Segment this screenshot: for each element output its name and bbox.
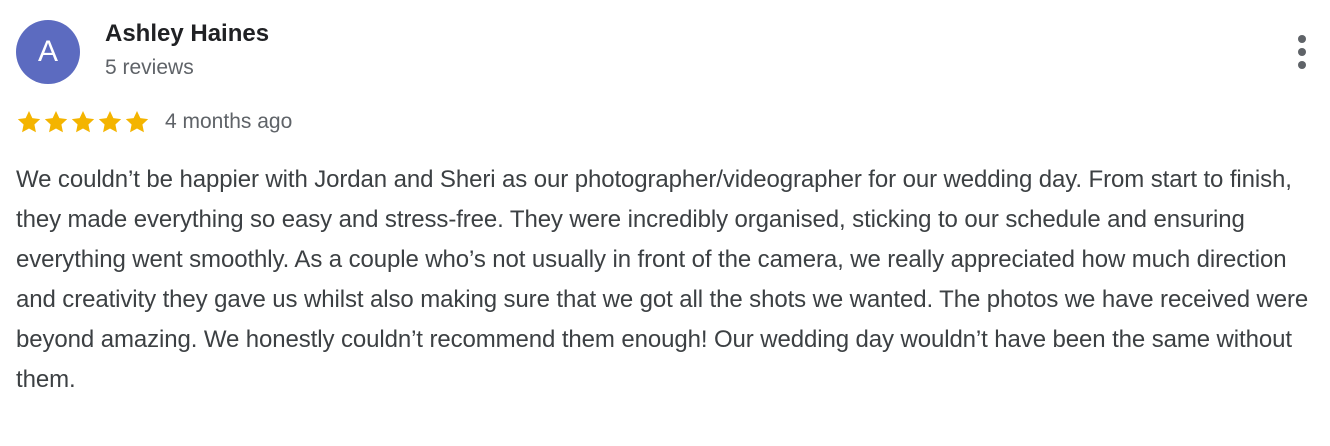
review-date: 4 months ago [165,110,293,133]
star-icon [44,110,68,133]
rating-row: 4 months ago [16,106,292,138]
avatar[interactable]: A [16,20,80,84]
star-icon [17,110,41,133]
author-name[interactable]: Ashley Haines [105,18,269,50]
more-options-button[interactable] [1282,30,1322,74]
star-icon [98,110,122,133]
star-rating [16,109,151,135]
avatar-initial: A [37,35,58,68]
review-card: A Ashley Haines 5 reviews 4 months ago W… [0,0,1330,446]
star-icon [71,110,95,133]
more-vert-icon [1298,35,1306,69]
star-icon [125,110,149,133]
author-review-count: 5 reviews [105,56,194,79]
review-text: We couldn’t be happier with Jordan and S… [16,166,1309,393]
